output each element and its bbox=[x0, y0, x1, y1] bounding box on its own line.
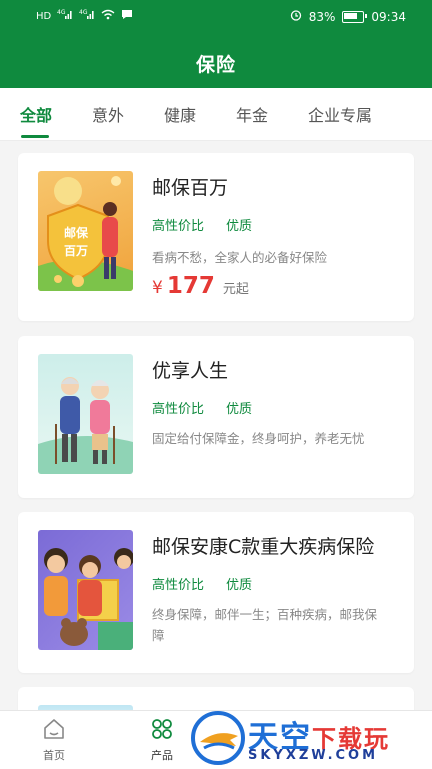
thumb-text-line1: 邮保 bbox=[64, 225, 89, 240]
tab-accident[interactable]: 意外 bbox=[92, 102, 124, 126]
tab-health[interactable]: 健康 bbox=[164, 102, 196, 126]
category-tabs: 全部 意外 健康 年金 企业专属 bbox=[0, 88, 432, 141]
product-description: 终身保障，邮伴一生；百种疾病，邮我保障 bbox=[152, 607, 378, 643]
status-bar: HD 4G 4G 83% 09:34 bbox=[0, 0, 432, 34]
signal-icon-2: 4G bbox=[79, 9, 95, 24]
product-tags: 高性价比 优质 bbox=[152, 398, 252, 417]
active-tab-indicator bbox=[21, 135, 49, 138]
tag-value: 高性价比 bbox=[152, 578, 205, 593]
thumb-text-line2: 百万 bbox=[64, 244, 88, 258]
nav-home-label: 首页 bbox=[43, 749, 65, 762]
tag-quality: 优质 bbox=[226, 578, 253, 593]
price-value: 177 bbox=[166, 273, 215, 299]
tag-quality: 优质 bbox=[226, 219, 253, 234]
nav-products-label: 产品 bbox=[151, 749, 173, 762]
title-bar: 保险 bbox=[0, 34, 432, 88]
tag-value: 高性价比 bbox=[152, 402, 205, 417]
battery-icon bbox=[342, 11, 368, 23]
clock: 09:34 bbox=[371, 10, 406, 24]
svg-text:4G: 4G bbox=[79, 9, 88, 16]
page-title: 保险 bbox=[195, 54, 236, 76]
home-icon bbox=[42, 719, 66, 745]
signal-icon-1: 4G bbox=[57, 9, 73, 24]
watermark-url: SKYXZW.COM bbox=[248, 748, 379, 763]
grid-icon bbox=[150, 719, 174, 745]
product-card-youbao-ankang[interactable]: 邮保安康C款重大疾病保险 高性价比 优质 终身保障，邮伴一生；百种疾病，邮我保障 bbox=[18, 512, 414, 673]
watermark-logo: 天空下载玩 SKYXZW.COM bbox=[188, 708, 432, 768]
tag-quality: 优质 bbox=[226, 402, 253, 417]
tab-enterprise[interactable]: 企业专属 bbox=[308, 102, 372, 126]
product-card-youxiang-rensheng[interactable]: 优享人生 高性价比 优质 固定给付保障金，终身呵护，养老无忧 bbox=[18, 336, 414, 498]
status-right: 83% 09:34 bbox=[290, 9, 406, 25]
watermark-icon bbox=[191, 711, 245, 765]
product-tags: 高性价比 优质 bbox=[152, 215, 252, 234]
wifi-icon bbox=[101, 9, 115, 24]
product-description: 固定给付保障金，终身呵护，养老无忧 bbox=[152, 431, 365, 446]
status-left: HD 4G 4G bbox=[36, 9, 133, 24]
product-description: 看病不愁，全家人的必备好保险 bbox=[152, 250, 328, 265]
nav-products[interactable]: 产品 bbox=[132, 717, 192, 763]
product-thumbnail bbox=[38, 530, 133, 650]
tag-value: 高性价比 bbox=[152, 219, 205, 234]
hd-icon: HD bbox=[36, 10, 52, 22]
product-thumbnail: 邮保 百万 bbox=[38, 171, 133, 291]
product-card-youbao-baiwan[interactable]: 邮保 百万 邮保百万 高性价比 优质 看病不愁，全家人的必备好保险 ¥ 177 … bbox=[18, 153, 414, 321]
tab-annuity[interactable]: 年金 bbox=[236, 102, 268, 126]
product-tags: 高性价比 优质 bbox=[152, 574, 252, 593]
product-title: 邮保百万 bbox=[152, 177, 229, 199]
tab-all[interactable]: 全部 bbox=[20, 102, 52, 126]
message-icon bbox=[121, 9, 133, 24]
battery-percent: 83% bbox=[308, 10, 336, 24]
product-thumbnail bbox=[38, 354, 133, 474]
nav-home[interactable]: 首页 bbox=[24, 717, 84, 763]
product-title: 优享人生 bbox=[152, 360, 229, 382]
alarm-icon bbox=[290, 9, 302, 25]
svg-text:4G: 4G bbox=[57, 9, 66, 16]
product-title: 邮保安康C款重大疾病保险 bbox=[152, 536, 375, 558]
price-unit: 元起 bbox=[222, 282, 249, 297]
price-symbol: ¥ bbox=[152, 278, 163, 298]
product-price: ¥ 177 元起 bbox=[152, 273, 249, 299]
